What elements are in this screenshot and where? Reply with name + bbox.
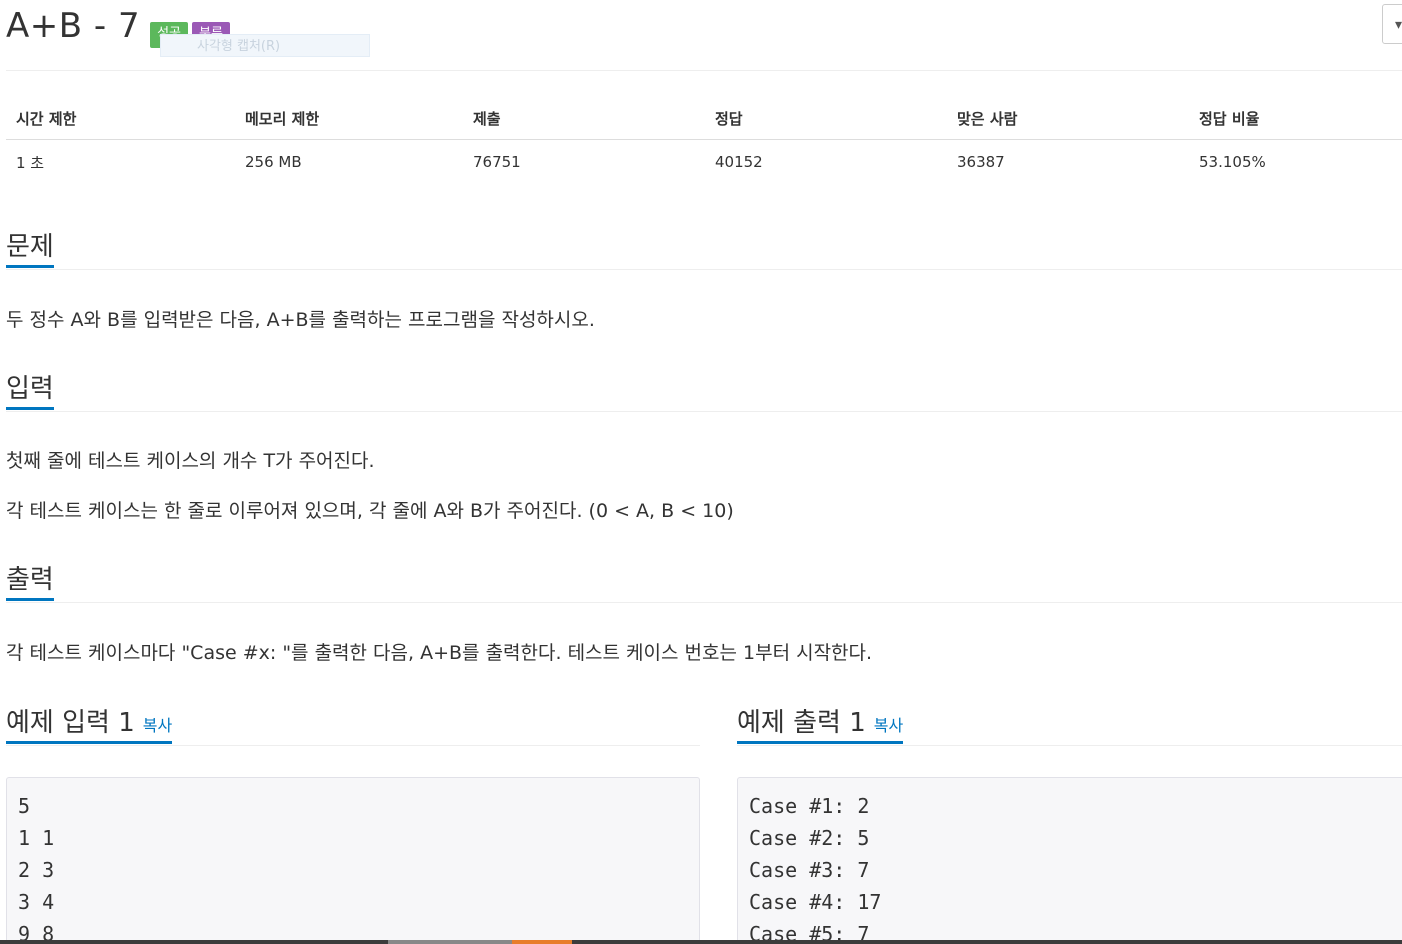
sample-input-header: 예제 입력 1 복사 (6, 705, 700, 746)
title-divider (6, 70, 1402, 71)
value-submissions[interactable]: 76751 (463, 153, 705, 171)
sample-input-box[interactable]: 5 1 1 2 3 3 4 9 8 (6, 777, 700, 944)
sample-input-line: 5 (18, 794, 31, 818)
header-memory-limit: 메모리 제한 (245, 110, 320, 128)
problem-page: A+B - 7 성공 분류 사각형 캡처(R) ▾ 시간 제한 메모리 제한 제… (0, 0, 1402, 944)
value-accepted[interactable]: 40152 (705, 153, 947, 171)
sample-output-line: Case #4: 17 (749, 890, 882, 914)
input-text-line1: 첫째 줄에 테스트 케이스의 개수 T가 주어진다. (6, 450, 375, 472)
sample-output-line: Case #1: 2 (749, 794, 870, 818)
problem-title: A+B - 7 (6, 6, 141, 46)
header-submissions: 제출 (473, 110, 501, 128)
taskbar-strip (0, 940, 1402, 944)
chevron-down-icon: ▾ (1395, 17, 1402, 33)
value-solved-users[interactable]: 36387 (947, 153, 1189, 171)
taskbar-segment (388, 940, 512, 944)
output-heading: 출력 (6, 562, 54, 601)
sample-output-heading-wrap: 예제 출력 1 복사 (737, 705, 904, 744)
input-heading: 입력 (6, 371, 54, 410)
taskbar-segment-active (512, 940, 572, 944)
sample-input-heading: 예제 입력 1 (6, 708, 135, 738)
info-table-header: 시간 제한 메모리 제한 제출 정답 맞은 사람 정답 비율 (6, 98, 1402, 140)
description-heading: 문제 (6, 229, 54, 268)
header-solved-users: 맞은 사람 (957, 110, 1018, 128)
input-text-line2: 각 테스트 케이스는 한 줄로 이루어져 있으며, 각 줄에 A와 B가 주어진… (6, 500, 734, 522)
value-time-limit: 1 초 (16, 153, 45, 172)
sample-output-line: Case #3: 7 (749, 858, 870, 882)
sample-input-line: 2 3 (18, 858, 55, 882)
sample-output-line: Case #2: 5 (749, 826, 870, 850)
output-section-header: 출력 (6, 562, 1402, 603)
header-accept-ratio: 정답 비율 (1199, 110, 1260, 128)
copy-sample-input-link[interactable]: 복사 (143, 716, 172, 735)
sample-input-line: 3 4 (18, 890, 55, 914)
dropdown-button[interactable]: ▾ (1382, 4, 1402, 44)
sample-output-box[interactable]: Case #1: 2 Case #2: 5 Case #3: 7 Case #4… (737, 777, 1402, 944)
header-time-limit: 시간 제한 (16, 110, 77, 128)
value-memory-limit: 256 MB (245, 153, 302, 171)
problem-info-table: 시간 제한 메모리 제한 제출 정답 맞은 사람 정답 비율 1 초 256 M… (6, 98, 1402, 184)
description-text: 두 정수 A와 B를 입력받은 다음, A+B를 출력하는 프로그램을 작성하시… (6, 309, 595, 331)
value-accept-ratio: 53.105% (1199, 153, 1266, 171)
sample-output-heading: 예제 출력 1 (737, 708, 866, 738)
sample-output-header: 예제 출력 1 복사 (737, 705, 1402, 746)
sample-input-line: 1 1 (18, 826, 55, 850)
info-table-row: 1 초 256 MB 76751 40152 36387 53.105% (6, 140, 1402, 184)
capture-tooltip: 사각형 캡처(R) (160, 34, 370, 57)
input-section-header: 입력 (6, 371, 1402, 412)
output-text: 각 테스트 케이스마다 "Case #x: "를 출력한 다음, A+B를 출력… (6, 642, 873, 664)
sample-input-heading-wrap: 예제 입력 1 복사 (6, 705, 173, 744)
copy-sample-output-link[interactable]: 복사 (874, 716, 903, 735)
header-accepted: 정답 (715, 110, 743, 128)
description-section-header: 문제 (6, 229, 1402, 270)
